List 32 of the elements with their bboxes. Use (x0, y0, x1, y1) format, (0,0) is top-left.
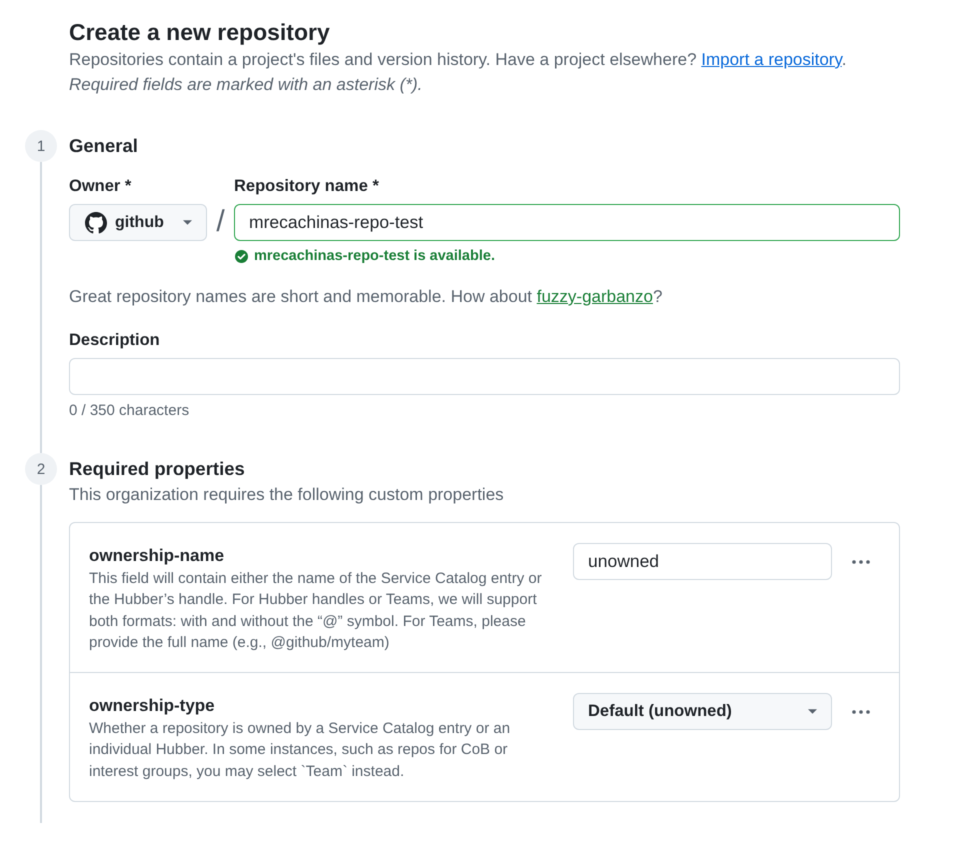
step-number: 2 (25, 453, 57, 485)
owner-dropdown[interactable]: github (69, 204, 207, 241)
check-circle-icon (235, 250, 248, 262)
cat-logo-icon (85, 212, 107, 234)
availability-message: mrecachinas-repo-test is available. (254, 247, 495, 265)
description-field[interactable] (69, 358, 900, 395)
character-counter: 0 / 350 characters (69, 402, 190, 420)
property-value-field[interactable]: unowned (573, 543, 832, 580)
section-title: Required properties (69, 457, 245, 481)
repo-name-field[interactable]: mrecachinas-repo-test (234, 204, 900, 241)
suggestion-text: Great repository names are short and memorable. How about fuzzy-garbanzo? (69, 286, 662, 308)
section-title: General (69, 134, 138, 158)
step-number: 1 (25, 130, 57, 162)
caret-icon (183, 220, 192, 225)
import-link[interactable]: Import a repository (701, 50, 842, 69)
more-options-icon[interactable] (852, 710, 870, 714)
property-name: ownership-type (89, 695, 215, 718)
more-options-icon[interactable] (852, 560, 870, 564)
path-separator: / (215, 204, 226, 240)
property-name: ownership-name (89, 545, 224, 567)
owner-label: Owner * (69, 176, 132, 196)
suggested-name-link[interactable]: fuzzy-garbanzo (536, 287, 653, 306)
property-value-dropdown[interactable]: Default (unowned) (573, 693, 832, 730)
property-description: Whether a repository is owned by a Service Catalog entry or an individual Hubber. In some instances, such as repos for CoB or interest groups, you may select `Team` instead. (89, 719, 512, 782)
property-description: This field will contain either the name of the Service Catalog entry or the Hubber’s handle. For Hubber handles or Teams, we will support both formats: with and without the “@” symbol. For Teams, please provide the full name (e.g., @github/myteam) (89, 569, 543, 653)
caret-icon (808, 709, 817, 714)
page-title: Create a new repository (69, 18, 331, 47)
section-subtitle: This organization requires the following custom properties (69, 484, 504, 506)
description-label: Description (69, 330, 160, 350)
repo-name-label: Repository name * (234, 176, 379, 196)
required-note: Required fields are marked with an asterisk (*). (69, 74, 424, 96)
intro-text: Repositories contain a project's files and version history. Have a project elsewhere? Import a repository. (69, 49, 848, 71)
